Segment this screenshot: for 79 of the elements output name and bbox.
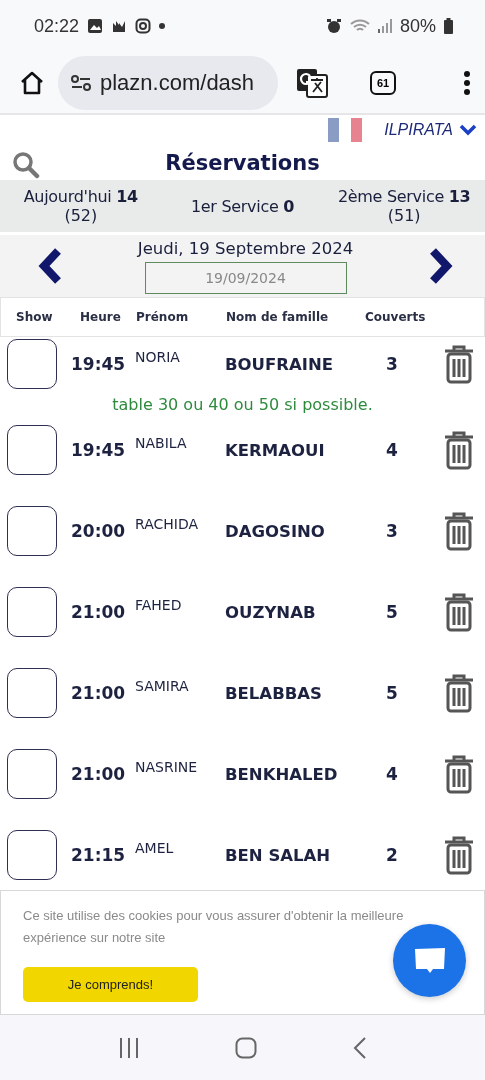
cookie-message: Ce site utilise des cookies pour vous assurer d'obtenir la meilleure expérience sur notre site	[23, 907, 405, 947]
last-name: BEN SALAH	[224, 845, 332, 865]
reservation-note: table 30 ou 40 ou 50 si possible.	[112, 395, 373, 414]
page-title: Réservations	[165, 150, 320, 175]
back-icon[interactable]	[353, 1035, 368, 1060]
site-settings-icon[interactable]	[70, 73, 92, 92]
show-checkbox[interactable]	[7, 830, 57, 880]
reservation-time: 21:00	[71, 602, 127, 622]
delete-button[interactable]	[443, 430, 475, 470]
tab-count-button[interactable]: 61	[370, 70, 396, 95]
delete-button[interactable]	[443, 673, 475, 713]
covers-count: 3	[385, 521, 399, 541]
stat-label: Aujourd'hui 14	[23, 187, 138, 206]
last-name: BOUFRAINE	[224, 354, 334, 374]
delete-button[interactable]	[443, 754, 475, 794]
stat-covers: (52)	[64, 206, 98, 225]
reservation-time: 21:15	[71, 845, 127, 865]
dot-icon	[159, 23, 166, 29]
translate-icon[interactable]	[296, 67, 328, 98]
column-header: Heure	[80, 310, 122, 324]
stat-label: 1er Service 0	[190, 196, 295, 216]
show-checkbox[interactable]	[7, 339, 57, 389]
reservation-time: 21:00	[71, 764, 127, 784]
covers-count: 4	[385, 440, 399, 460]
show-checkbox[interactable]	[7, 425, 57, 475]
camera-icon	[135, 18, 152, 34]
last-name: BELABBAS	[224, 683, 323, 703]
next-day-button[interactable]	[427, 246, 455, 286]
column-header: Couverts	[365, 310, 427, 324]
first-name: FAHED	[134, 597, 183, 613]
address-bar[interactable]: plazn.com/dash	[58, 55, 278, 110]
column-header: Show	[16, 310, 54, 324]
first-name: NORIA	[134, 349, 181, 365]
previous-day-button[interactable]	[36, 246, 64, 286]
signal-icon	[377, 18, 392, 34]
first-name: SAMIRA	[134, 678, 190, 694]
clock: 02:22	[34, 15, 80, 37]
recent-apps-icon[interactable]	[117, 1036, 140, 1059]
column-header: Prénom	[136, 310, 190, 324]
stat-label: 2ème Service 13	[337, 187, 471, 206]
last-name: DAGOSINO	[224, 521, 326, 541]
delete-button[interactable]	[443, 835, 475, 875]
alarm-icon	[325, 18, 342, 34]
chevron-down-icon[interactable]	[459, 124, 477, 136]
covers-count: 2	[385, 845, 399, 865]
gallery-icon	[87, 18, 104, 34]
search-button[interactable]	[12, 151, 40, 179]
reservation-time: 19:45	[71, 354, 127, 374]
url-text: plazn.com/dash	[100, 69, 255, 96]
reservation-time: 19:45	[71, 440, 127, 460]
last-name: OUZYNAB	[224, 602, 317, 622]
last-name: KERMAOUI	[224, 440, 326, 460]
reservation-time: 21:00	[71, 683, 127, 703]
menu-icon[interactable]	[463, 69, 471, 96]
battery-level: 80%	[399, 15, 436, 37]
accept-cookies-button[interactable]: Je comprends!	[23, 967, 198, 1002]
show-checkbox[interactable]	[7, 668, 57, 718]
covers-count: 5	[385, 683, 399, 703]
first-name: NASRINE	[134, 759, 199, 775]
delete-button[interactable]	[443, 344, 475, 384]
covers-count: 4	[385, 764, 399, 784]
delete-button[interactable]	[443, 511, 475, 551]
first-name: AMEL	[134, 840, 175, 856]
show-checkbox[interactable]	[7, 587, 57, 637]
flag-icon[interactable]	[328, 118, 363, 142]
stat-covers: (51)	[387, 206, 421, 225]
covers-count: 5	[385, 602, 399, 622]
last-name: BENKHALED	[224, 764, 339, 784]
column-header: Nom de famille	[226, 310, 330, 324]
show-checkbox[interactable]	[7, 506, 57, 556]
account-name[interactable]: ILPIRATA	[384, 121, 453, 139]
first-name: RACHIDA	[134, 516, 200, 532]
covers-count: 3	[385, 354, 399, 374]
show-checkbox[interactable]	[7, 749, 57, 799]
battery-icon	[444, 18, 453, 34]
reservation-time: 20:00	[71, 521, 127, 541]
first-name: NABILA	[134, 435, 188, 451]
delete-button[interactable]	[443, 592, 475, 632]
date-label: Jeudi, 19 Septembre 2024	[137, 238, 354, 258]
